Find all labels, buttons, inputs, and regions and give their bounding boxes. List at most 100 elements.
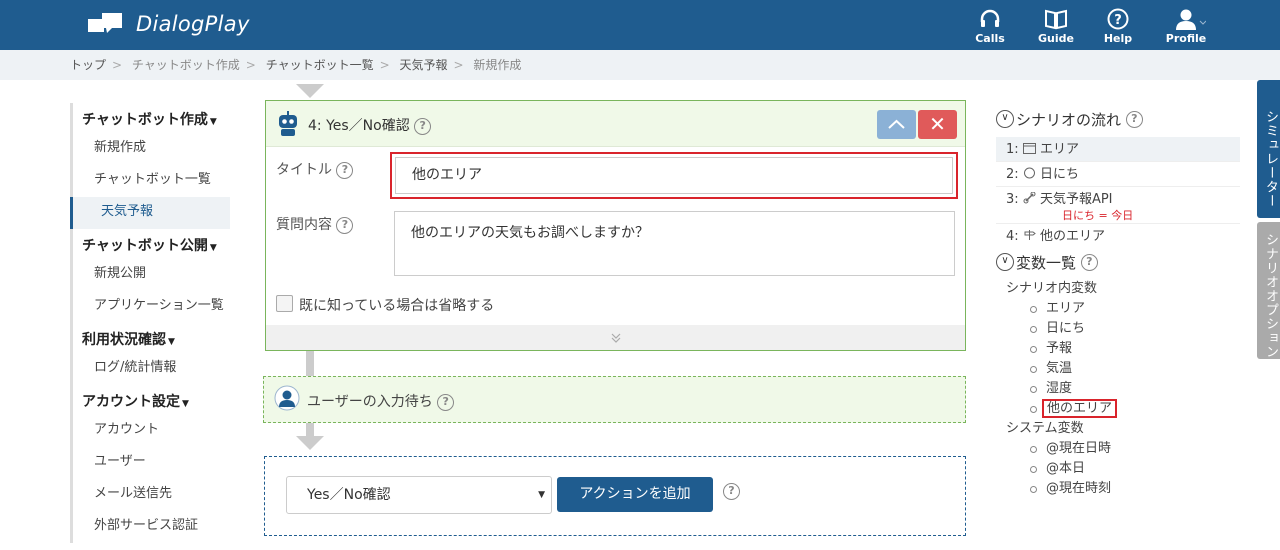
app-title: DialogPlay bbox=[136, 12, 250, 36]
svg-text:?: ? bbox=[1114, 13, 1122, 28]
sidebar-head-usage[interactable]: 利用状況確認 ▼ bbox=[73, 323, 230, 353]
flow-connector-2 bbox=[306, 423, 314, 437]
var-temperature[interactable]: 気温 bbox=[996, 359, 1240, 379]
header-bar: DialogPlay Calls Guide ? Help Profile bbox=[0, 0, 1280, 50]
scenario-flow-head[interactable]: ∨ シナリオの流れ ? bbox=[996, 106, 1240, 132]
sidebar-item-users[interactable]: ユーザー bbox=[73, 447, 230, 479]
sidebar-head-publish[interactable]: チャットボット公開 ▼ bbox=[73, 229, 230, 259]
help-icon[interactable]: ? bbox=[437, 393, 455, 411]
var-humidity[interactable]: 湿度 bbox=[996, 379, 1240, 399]
flow-item-condition: 日にち = 今日 bbox=[1062, 209, 1134, 222]
sidebar-head-account[interactable]: アカウント設定 ▼ bbox=[73, 385, 230, 415]
breadcrumb-current: 新規作成 bbox=[473, 58, 522, 72]
sidebar-section-publish: チャットボット公開 ▼ 新規公開 アプリケーション一覧 bbox=[70, 229, 230, 323]
simulator-tab[interactable]: シミュレーター bbox=[1257, 80, 1280, 218]
dropdown-arrow-icon: ▼ bbox=[538, 490, 545, 500]
add-action-button[interactable]: アクションを追加 bbox=[557, 477, 713, 512]
var-current-datetime[interactable]: @現在日時 bbox=[996, 439, 1240, 459]
help-icon[interactable]: ? bbox=[336, 216, 354, 234]
breadcrumb-top[interactable]: トップ bbox=[70, 58, 106, 72]
question-textarea[interactable]: 他のエリアの天気もお調べしますか？ bbox=[394, 211, 955, 276]
book-icon bbox=[1045, 9, 1067, 30]
flow-arrow-top bbox=[296, 84, 324, 98]
sidebar-section-usage: 利用状況確認 ▼ ログ/統計情報 bbox=[70, 323, 230, 385]
link-icon bbox=[1023, 191, 1036, 204]
var-today[interactable]: @本日 bbox=[996, 459, 1240, 479]
title-input[interactable]: 他のエリア bbox=[395, 157, 953, 194]
var-forecast[interactable]: 予報 bbox=[996, 339, 1240, 359]
breadcrumb-weather[interactable]: 天気予報 bbox=[399, 58, 447, 72]
skip-checkbox[interactable] bbox=[276, 295, 293, 312]
nav-profile-label: Profile bbox=[1165, 32, 1207, 45]
right-panel: ∨ シナリオの流れ ? 1: エリア 2: 日にち 3: 天気予報API 日にち… bbox=[996, 106, 1240, 499]
card-header: 4: Yes／No確認 ? ✕ bbox=[266, 101, 965, 147]
variables-head[interactable]: ∨ 変数一覧 ? bbox=[996, 249, 1240, 275]
title-field[interactable]: 他のエリア bbox=[390, 152, 958, 199]
breadcrumb-list[interactable]: チャットボット一覧 bbox=[266, 58, 374, 72]
sidebar-item-account[interactable]: アカウント bbox=[73, 415, 230, 447]
close-icon: ✕ bbox=[929, 112, 946, 136]
flow-item-weather-api[interactable]: 3: 天気予報API 日にち = 今日 bbox=[996, 187, 1240, 224]
delete-button[interactable]: ✕ bbox=[918, 110, 957, 139]
scenario-options-tab[interactable]: シナリオオプション bbox=[1257, 222, 1280, 359]
help-icon[interactable]: ? bbox=[723, 483, 740, 500]
breadcrumb: トップ > チャットボット作成 > チャットボット一覧 > 天気予報 > 新規作成 bbox=[0, 50, 1280, 80]
help-icon[interactable]: ? bbox=[1080, 253, 1098, 271]
user-avatar-icon bbox=[274, 385, 300, 411]
sidebar-item-bot-list[interactable]: チャットボット一覧 bbox=[73, 165, 230, 197]
chevron-down-icon: ∨ bbox=[996, 253, 1014, 271]
nav-calls[interactable]: Calls bbox=[960, 8, 1020, 45]
system-vars-label: システム変数 bbox=[1006, 421, 1084, 436]
flow-item-area[interactable]: 1: エリア bbox=[996, 137, 1240, 162]
chevron-down-icon: ∨ bbox=[996, 110, 1014, 128]
skip-checkbox-label: 既に知っている場合は省略する bbox=[299, 298, 495, 314]
nav-guide[interactable]: Guide bbox=[1026, 8, 1086, 45]
sidebar-item-mail[interactable]: メール送信先 bbox=[73, 479, 230, 511]
sidebar-item-logs[interactable]: ログ/統計情報 bbox=[73, 353, 230, 385]
app-logo[interactable]: DialogPlay bbox=[88, 11, 250, 37]
flow-arrow-bottom bbox=[296, 436, 324, 450]
flow-item-date[interactable]: 2: 日にち bbox=[996, 162, 1240, 187]
help-icon[interactable]: ? bbox=[1125, 110, 1143, 128]
title-label: タイトル ? bbox=[276, 159, 354, 179]
sidebar-section-account: アカウント設定 ▼ アカウント ユーザー メール送信先 外部サービス認証 bbox=[70, 385, 230, 543]
flow-connector-1 bbox=[306, 351, 314, 376]
nav-profile[interactable]: Profile bbox=[1156, 8, 1216, 45]
sidebar-item-new-publish[interactable]: 新規公開 bbox=[73, 259, 230, 291]
help-icon[interactable]: ? bbox=[336, 161, 354, 179]
var-other-area[interactable]: 他のエリア bbox=[996, 399, 1240, 419]
chevron-up-icon bbox=[888, 119, 905, 129]
card-title: 4: Yes／No確認 ? bbox=[308, 115, 432, 135]
question-icon: ? bbox=[1107, 8, 1129, 30]
flow-item-other-area[interactable]: 4: 他のエリア bbox=[996, 224, 1240, 249]
var-area[interactable]: エリア bbox=[996, 299, 1240, 319]
breadcrumb-create: チャットボット作成 bbox=[131, 58, 240, 72]
user-input-wait: ユーザーの入力待ち ? bbox=[263, 376, 966, 423]
signpost-icon bbox=[1024, 230, 1036, 240]
sidebar-item-app-list[interactable]: アプリケーション一覧 bbox=[73, 291, 230, 323]
help-icon[interactable]: ? bbox=[414, 117, 432, 135]
sidebar-head-create[interactable]: チャットボット作成 ▼ bbox=[73, 103, 230, 133]
calendar-icon bbox=[1022, 143, 1036, 154]
robot-icon bbox=[279, 111, 297, 136]
sidebar-item-external-auth[interactable]: 外部サービス認証 bbox=[73, 511, 230, 543]
badge-icon bbox=[1023, 167, 1035, 179]
chat-bubbles-icon bbox=[88, 13, 122, 33]
expand-toggle[interactable] bbox=[266, 325, 965, 350]
var-date[interactable]: 日にち bbox=[996, 319, 1240, 339]
question-label: 質問内容 ? bbox=[276, 214, 354, 234]
sidebar: チャットボット作成 ▼ 新規作成 チャットボット一覧 天気予報 チャットボット公開… bbox=[70, 103, 230, 543]
nav-help-label: Help bbox=[1103, 32, 1133, 45]
sidebar-item-weather[interactable]: 天気予報 bbox=[70, 197, 230, 229]
sidebar-section-create: チャットボット作成 ▼ 新規作成 チャットボット一覧 天気予報 bbox=[70, 103, 230, 229]
headset-icon bbox=[980, 9, 1000, 27]
double-chevron-down-icon bbox=[611, 333, 620, 343]
wait-label: ユーザーの入力待ち ? bbox=[307, 391, 455, 411]
sidebar-item-new[interactable]: 新規作成 bbox=[73, 133, 230, 165]
move-up-button[interactable] bbox=[877, 110, 916, 139]
user-icon bbox=[1176, 9, 1206, 30]
var-current-time[interactable]: @現在時刻 bbox=[996, 479, 1240, 499]
nav-help[interactable]: ? Help bbox=[1088, 8, 1148, 45]
nav-calls-label: Calls bbox=[975, 32, 1005, 45]
action-select[interactable]: Yes／No確認 ▼ bbox=[286, 476, 552, 514]
